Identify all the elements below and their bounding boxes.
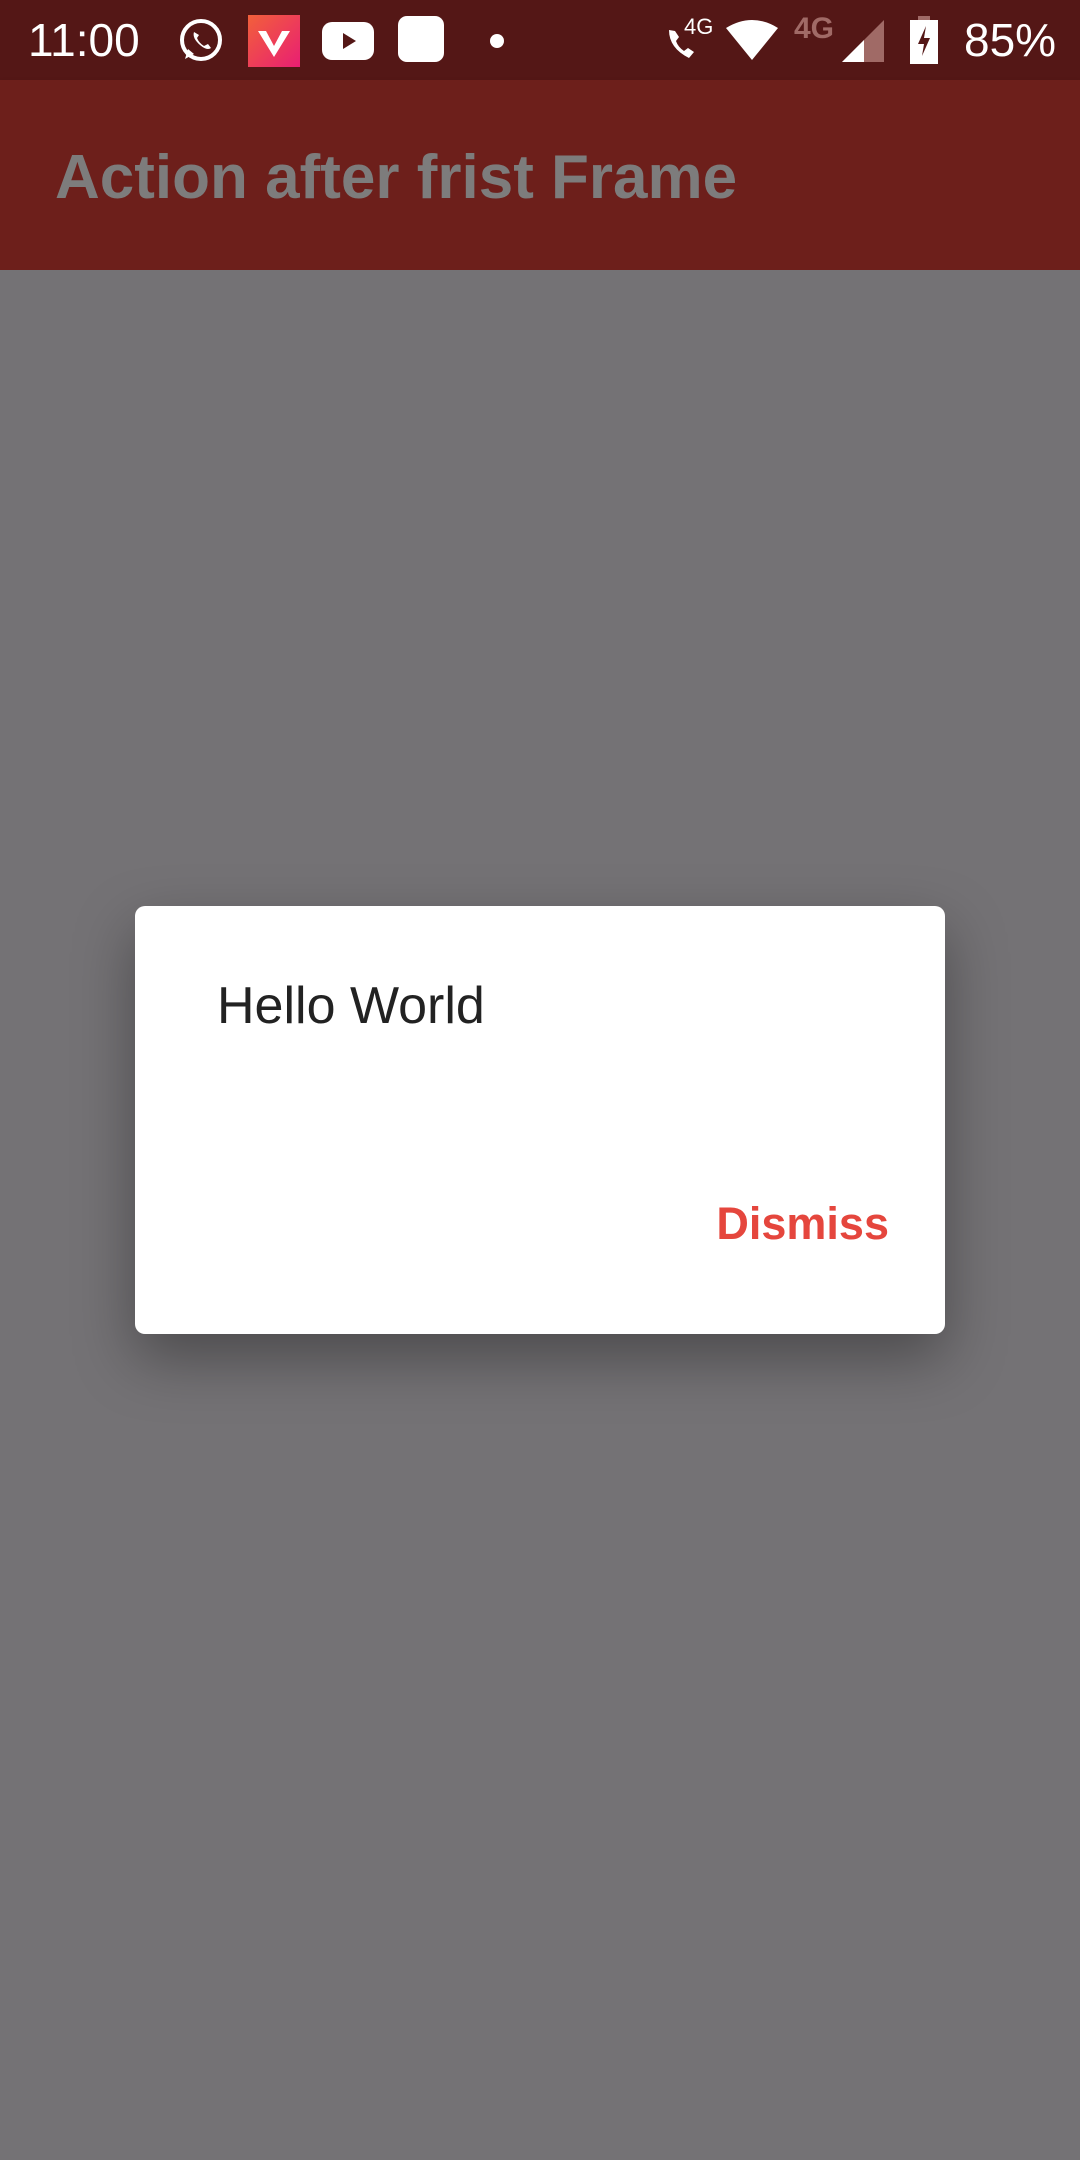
app-bar-title: Action after frist Frame	[55, 143, 738, 212]
vidmate-icon	[248, 15, 300, 67]
app-bar: Action after frist Frame	[0, 80, 1080, 270]
cell-signal-icon	[842, 20, 884, 62]
status-bar: 11:00 4G 4G 85%	[0, 0, 1080, 80]
alert-dialog: Hello World Dismiss	[135, 906, 945, 1334]
wifi-icon	[726, 20, 778, 60]
call-network-label: 4G	[684, 14, 714, 39]
app-icon	[398, 16, 444, 62]
more-notifications-dot-icon	[490, 34, 504, 48]
battery-charging-icon	[910, 16, 938, 64]
clock: 11:00	[28, 14, 140, 66]
whatsapp-icon	[180, 19, 222, 61]
mobile-network-label: 4G	[794, 12, 835, 45]
dismiss-button[interactable]: Dismiss	[716, 1198, 889, 1250]
dialog-message: Hello World	[217, 977, 485, 1035]
battery-percent: 85%	[964, 14, 1057, 66]
youtube-icon	[322, 22, 374, 60]
